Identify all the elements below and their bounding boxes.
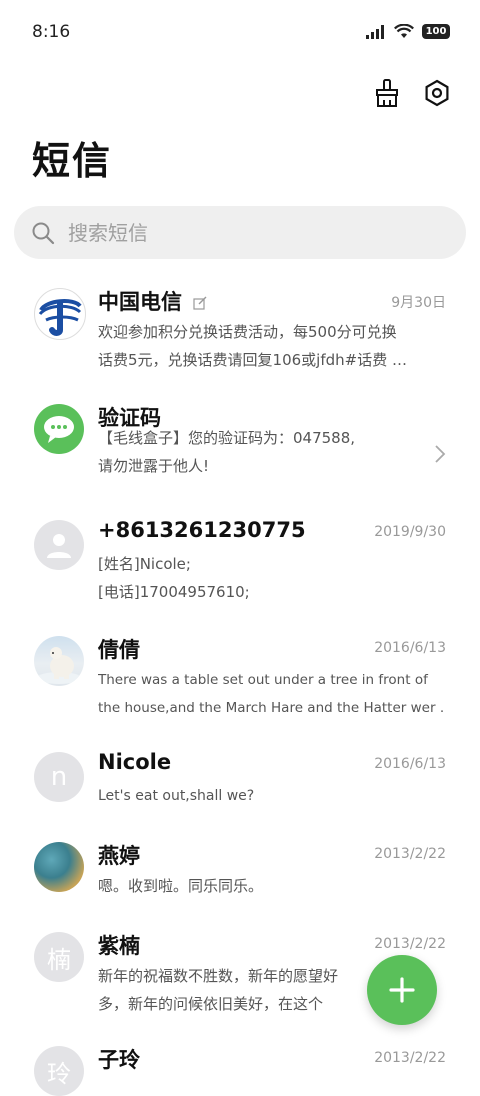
message-bubble-icon xyxy=(44,416,74,443)
status-time: 8:16 xyxy=(32,22,71,42)
conversation-name: 倩倩 xyxy=(98,638,140,662)
china-telecom-logo-icon xyxy=(37,291,83,337)
plus-icon xyxy=(389,977,415,1003)
edit-icon xyxy=(193,296,207,310)
conversation-name: +8613261230775 xyxy=(98,518,306,542)
conversation-item[interactable]: +8613261230775 2019/9/30 [姓名]Nicole; [电话… xyxy=(0,502,480,618)
gear-icon xyxy=(425,79,449,107)
message-preview: 新年的祝福数不胜数，新年的愿望好 多，新年的问候依旧美好，在这个 xyxy=(98,962,398,1018)
avatar xyxy=(34,520,84,570)
conversation-date: 2016/6/13 xyxy=(374,640,446,656)
message-preview: [姓名]Nicole; [电话]17004957610; xyxy=(98,550,444,606)
conversation-date: 2013/2/22 xyxy=(374,1050,446,1066)
avatar xyxy=(34,636,84,686)
conversation-date: 9月30日 xyxy=(391,295,446,311)
conversation-item[interactable]: 中国电信 9月30日 欢迎参加积分兑换话费活动，每500分可兑换 话费5元，兑换… xyxy=(0,270,480,386)
message-preview-line: 【毛线盒子】您的验证码为：047588, xyxy=(98,429,356,447)
person-icon xyxy=(47,534,71,558)
battery-icon: 100 xyxy=(422,24,450,39)
conversation-date: 2013/2/22 xyxy=(374,846,446,862)
conversation-name: 中国电信 xyxy=(98,286,207,316)
avatar: 玲 xyxy=(34,1046,84,1096)
avatar-initial: 楠 xyxy=(47,945,71,974)
avatar xyxy=(34,288,86,340)
message-preview-line: Let's eat out,shall we? xyxy=(98,788,255,804)
avatar-initial: n xyxy=(50,762,68,792)
new-message-button[interactable] xyxy=(367,955,437,1025)
message-preview-line: There was a table set out under a tree i… xyxy=(98,672,428,688)
page-title: 短信 xyxy=(32,139,113,183)
message-preview-line: the house,and the March Hare and the Hat… xyxy=(98,700,444,716)
message-preview: 欢迎参加积分兑换话费活动，每500分可兑换 话费5元，兑换话费请回复106或jf… xyxy=(98,318,444,374)
search-input[interactable] xyxy=(66,219,430,246)
message-preview-line: 请勿泄露于他人! xyxy=(98,457,210,475)
avatar xyxy=(34,404,84,454)
search-bar[interactable] xyxy=(14,206,466,259)
status-bar: 8:16 100 xyxy=(0,0,480,64)
settings-button[interactable] xyxy=(422,78,452,108)
message-preview-line: 多，新年的问候依旧美好，在这个 xyxy=(98,995,324,1013)
message-preview-line: 欢迎参加积分兑换话费活动，每500分可兑换 xyxy=(98,323,397,341)
conversation-name: Nicole xyxy=(98,750,172,774)
search-icon xyxy=(30,220,56,246)
avatar: 楠 xyxy=(34,932,84,982)
conversation-item[interactable]: 验证码 【毛线盒子】您的验证码为：047588, 请勿泄露于他人! xyxy=(0,386,480,502)
message-preview-line: [姓名]Nicole; xyxy=(98,555,191,573)
status-icons: 100 xyxy=(366,24,450,39)
battery-level: 100 xyxy=(425,26,447,37)
message-preview: 嗯。收到啦。同乐同乐。 xyxy=(98,872,444,900)
message-preview: There was a table set out under a tree i… xyxy=(98,666,444,722)
conversation-item[interactable]: 玲 子玲 2013/2/22 xyxy=(0,1028,480,1096)
signal-icon xyxy=(366,24,384,39)
avatar: n xyxy=(34,752,84,802)
message-preview: Let's eat out,shall we? xyxy=(98,782,444,810)
conversation-date: 2016/6/13 xyxy=(374,756,446,772)
header-actions xyxy=(372,78,452,108)
conversation-name: 燕婷 xyxy=(98,844,140,868)
conversation-date: 2013/2/22 xyxy=(374,936,446,952)
message-preview-line: 新年的祝福数不胜数，新年的愿望好 xyxy=(98,967,339,985)
conversation-name: 紫楠 xyxy=(98,934,140,958)
conversation-item[interactable]: n Nicole 2016/6/13 Let's eat out,shall w… xyxy=(0,734,480,824)
broom-icon xyxy=(376,79,398,107)
chevron-right-icon xyxy=(435,445,446,463)
conversation-name: 子玲 xyxy=(98,1048,140,1072)
avatar-initial: 玲 xyxy=(47,1059,71,1088)
message-preview: 【毛线盒子】您的验证码为：047588, 请勿泄露于他人! xyxy=(98,424,418,480)
wifi-icon xyxy=(394,24,414,38)
conversation-item[interactable]: 燕婷 2013/2/22 嗯。收到啦。同乐同乐。 xyxy=(0,824,480,914)
conversation-name-text: 中国电信 xyxy=(98,290,182,314)
clean-button[interactable] xyxy=(372,78,402,108)
message-preview-line: 话费5元，兑换话费请回复106或jfdh#话费 … xyxy=(98,351,407,369)
polar-bear-photo-icon xyxy=(37,647,81,684)
avatar xyxy=(34,842,84,892)
conversation-date: 2019/9/30 xyxy=(374,524,446,540)
conversation-item[interactable]: 倩倩 2016/6/13 There was a table set out u… xyxy=(0,618,480,734)
message-preview-line: [电话]17004957610; xyxy=(98,583,250,601)
message-preview-line: 嗯。收到啦。同乐同乐。 xyxy=(98,877,264,895)
